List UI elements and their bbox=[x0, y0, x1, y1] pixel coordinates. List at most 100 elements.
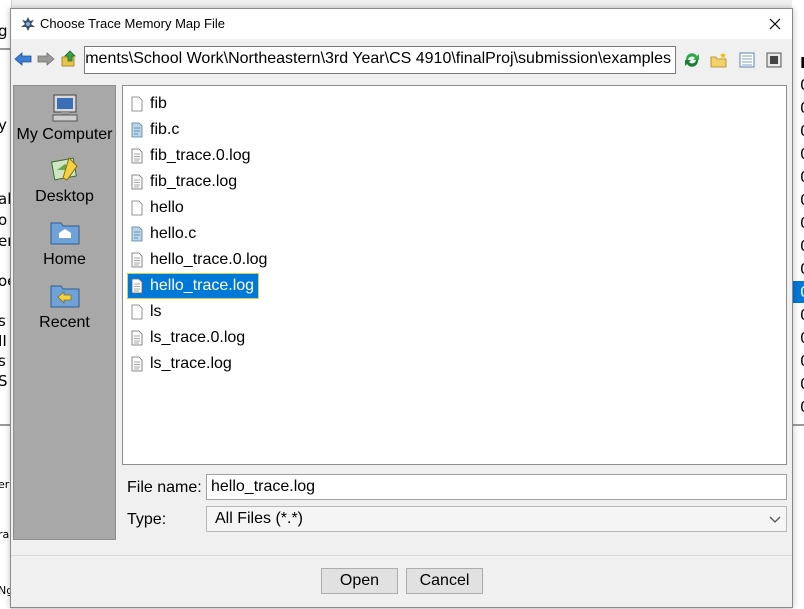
place-label: My Computer bbox=[16, 126, 113, 143]
file-item[interactable]: fib_trace.0.log bbox=[128, 144, 255, 168]
bg-text: II bbox=[0, 332, 7, 350]
blank-file-icon bbox=[131, 200, 143, 216]
place-home[interactable]: Home bbox=[14, 217, 115, 269]
bg-text: 0 bbox=[800, 398, 804, 416]
source-file-icon bbox=[131, 122, 143, 138]
place-label: Recent bbox=[39, 314, 90, 331]
file-name: ls bbox=[150, 303, 162, 320]
path-text: ments\School Work\Northeastern\3rd Year\… bbox=[85, 50, 671, 67]
file-item-selected[interactable]: hello_trace.log bbox=[126, 273, 260, 299]
bg-text: 0 bbox=[800, 283, 804, 301]
file-name: fib.c bbox=[150, 121, 180, 138]
bg-text: 0 bbox=[800, 122, 804, 140]
file-name-label: File name: bbox=[127, 479, 202, 496]
dialog-title: Choose Trace Memory Map File bbox=[40, 16, 225, 31]
text-file-icon bbox=[131, 148, 143, 164]
file-type-select[interactable]: All Files (*.*) bbox=[206, 506, 787, 532]
place-label: Desktop bbox=[35, 188, 94, 205]
background-window-right: N 0 0 0 0 0 0 0 0 0 0 0 0 0 0 0 bbox=[792, 0, 804, 609]
bg-text: s bbox=[0, 352, 6, 370]
bg-text: 0 bbox=[800, 237, 804, 255]
file-item[interactable]: hello bbox=[128, 196, 188, 220]
bg-text: 0 bbox=[800, 306, 804, 324]
place-label: Home bbox=[43, 251, 86, 268]
file-item[interactable]: hello_trace.0.log bbox=[128, 248, 271, 272]
list-view-button[interactable] bbox=[737, 50, 757, 70]
java-app-icon bbox=[21, 17, 35, 31]
file-name: ls_trace.log bbox=[150, 355, 232, 372]
blank-file-icon bbox=[131, 96, 143, 112]
bg-text: ra bbox=[0, 528, 10, 541]
file-item[interactable]: fib bbox=[128, 92, 171, 116]
title-bar: Choose Trace Memory Map File bbox=[11, 9, 792, 39]
text-file-icon bbox=[131, 278, 143, 294]
bg-text: y bbox=[0, 116, 7, 134]
details-view-button[interactable] bbox=[764, 50, 784, 70]
file-name: fib_trace.log bbox=[150, 173, 238, 190]
list-view-icon bbox=[739, 52, 755, 68]
type-label: Type: bbox=[127, 511, 167, 528]
file-name: hello_trace.log bbox=[150, 277, 255, 294]
file-name: hello.c bbox=[150, 225, 197, 242]
bg-text: 0 bbox=[800, 352, 804, 370]
computer-icon bbox=[52, 94, 77, 122]
bg-text: 0 bbox=[800, 99, 804, 117]
forward-button[interactable] bbox=[36, 49, 56, 69]
file-chooser-dialog: Choose Trace Memory Map File ments\Schoo… bbox=[10, 8, 793, 608]
desktop-icon bbox=[50, 157, 78, 181]
recent-folder-icon bbox=[50, 285, 79, 308]
text-file-icon bbox=[131, 330, 143, 346]
file-item[interactable]: ls bbox=[128, 300, 166, 324]
close-icon bbox=[769, 18, 781, 30]
bg-text: 0 bbox=[800, 168, 804, 186]
path-field[interactable]: ments\School Work\Northeastern\3rd Year\… bbox=[84, 46, 676, 74]
navigation-toolbar: ments\School Work\Northeastern\3rd Year\… bbox=[11, 43, 792, 77]
bg-divider bbox=[792, 424, 804, 426]
cancel-button[interactable]: Cancel bbox=[406, 568, 483, 594]
button-bar-divider bbox=[11, 555, 792, 556]
file-item[interactable]: ls_trace.0.log bbox=[128, 326, 249, 350]
bg-text: er bbox=[0, 478, 10, 491]
up-folder-icon bbox=[61, 50, 76, 67]
new-folder-button[interactable] bbox=[709, 50, 729, 70]
bg-text: g bbox=[0, 22, 8, 40]
file-item[interactable]: fib_trace.log bbox=[128, 170, 241, 194]
open-button[interactable]: Open bbox=[321, 568, 398, 594]
details-view-icon bbox=[766, 52, 782, 68]
bg-text: o bbox=[0, 211, 7, 229]
file-item[interactable]: ls_trace.log bbox=[128, 352, 236, 376]
places-sidebar: My Computer Desktop Home Recent bbox=[13, 85, 116, 540]
bg-text: s bbox=[0, 312, 6, 330]
file-item[interactable]: hello.c bbox=[128, 222, 200, 246]
bg-text: 0 bbox=[800, 375, 804, 393]
bg-text: 0 bbox=[800, 329, 804, 347]
bg-text: N bbox=[800, 54, 804, 72]
text-file-icon bbox=[131, 174, 143, 190]
file-name: hello_trace.0.log bbox=[150, 251, 268, 268]
place-desktop[interactable]: Desktop bbox=[14, 154, 115, 206]
text-file-icon bbox=[131, 252, 143, 268]
new-folder-icon bbox=[710, 52, 727, 68]
chevron-down-icon bbox=[769, 516, 781, 523]
file-name-input[interactable]: hello_trace.log bbox=[206, 474, 787, 500]
file-type-value: All Files (*.*) bbox=[215, 510, 304, 527]
refresh-button[interactable] bbox=[682, 50, 702, 70]
place-recent[interactable]: Recent bbox=[14, 280, 115, 332]
bg-text: S bbox=[0, 372, 8, 390]
bg-text: 0 bbox=[800, 191, 804, 209]
up-folder-button[interactable] bbox=[59, 49, 79, 69]
bg-text: 0 bbox=[800, 260, 804, 278]
blank-file-icon bbox=[131, 304, 143, 320]
refresh-icon bbox=[685, 53, 699, 67]
bg-text: 0 bbox=[800, 76, 804, 94]
back-button[interactable] bbox=[13, 49, 33, 69]
close-button[interactable] bbox=[758, 9, 792, 39]
source-file-icon bbox=[131, 226, 143, 242]
place-my-computer[interactable]: My Computer bbox=[14, 92, 115, 144]
bg-text: 0 bbox=[800, 214, 804, 232]
text-file-icon bbox=[131, 356, 143, 372]
file-name: hello bbox=[150, 199, 184, 216]
file-name: fib_trace.0.log bbox=[150, 147, 251, 164]
file-item[interactable]: fib.c bbox=[128, 118, 183, 142]
file-list[interactable]: fib fib.c fib_trace.0.log fib_trace.log … bbox=[122, 85, 787, 465]
